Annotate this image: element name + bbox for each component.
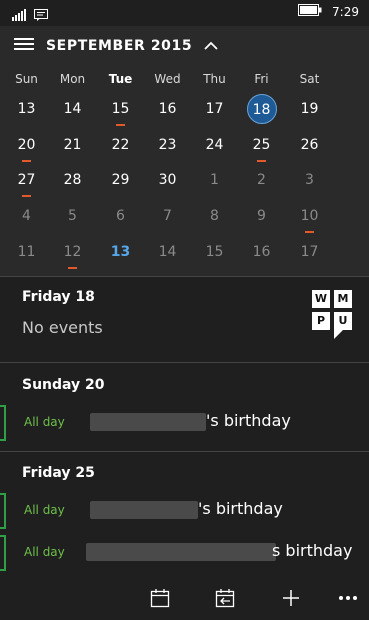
day-cell[interactable]: 3 <box>286 169 333 203</box>
divider <box>0 362 369 363</box>
day-cell[interactable]: 11 <box>3 241 50 275</box>
day-cell[interactable]: 24 <box>191 134 238 168</box>
day-cell[interactable]: 17 <box>191 98 238 132</box>
event-indicator <box>22 160 31 162</box>
event-item[interactable]: All day s birthday <box>0 535 369 571</box>
hamburger-menu-icon[interactable] <box>14 36 34 55</box>
weekday-mon: Mon <box>59 72 86 86</box>
day-cell[interactable]: 5 <box>49 205 96 239</box>
day-cell[interactable]: 14 <box>144 241 191 275</box>
add-icon[interactable] <box>277 584 305 612</box>
event-indicator <box>305 231 314 233</box>
redacted-name <box>86 543 276 561</box>
day-cell[interactable]: 9 <box>238 205 285 239</box>
status-bar: 7:29 <box>0 0 369 26</box>
day-cell[interactable]: 26 <box>286 134 333 168</box>
weekday-sat: Sat <box>299 72 320 86</box>
event-indicator <box>257 160 266 162</box>
logo-letter: P <box>312 312 330 330</box>
signal-icon <box>12 6 26 25</box>
agenda-day-header: Sunday 20 <box>22 377 105 393</box>
event-color-bar <box>0 493 6 529</box>
day-cell[interactable]: 19 <box>286 98 333 132</box>
day-cell[interactable]: 6 <box>97 205 144 239</box>
weekday-thu: Thu <box>203 72 226 86</box>
event-time: All day <box>24 545 65 559</box>
day-cell[interactable]: 25 <box>238 134 285 168</box>
day-cell[interactable]: 27 <box>3 169 50 203</box>
event-indicator <box>68 267 77 269</box>
day-cell[interactable]: 23 <box>144 134 191 168</box>
day-cell[interactable]: 8 <box>191 205 238 239</box>
day-cell[interactable]: 12 <box>49 241 96 275</box>
weekday-wed: Wed <box>154 72 181 86</box>
day-cell[interactable]: 22 <box>97 134 144 168</box>
agenda-day-header: Friday 25 <box>22 465 95 481</box>
day-cell[interactable]: 15 <box>191 241 238 275</box>
day-cell[interactable]: 21 <box>49 134 96 168</box>
day-cell[interactable]: 2 <box>238 169 285 203</box>
day-cell[interactable]: 30 <box>144 169 191 203</box>
day-cell[interactable]: 28 <box>49 169 96 203</box>
day-cell[interactable]: 4 <box>3 205 50 239</box>
divider <box>0 276 369 277</box>
event-title: 's birthday <box>206 411 291 430</box>
day-cell[interactable]: 20 <box>3 134 50 168</box>
day-cell[interactable]: 29 <box>97 169 144 203</box>
wmpu-logo: W M P U <box>312 290 354 342</box>
day-cell[interactable]: 14 <box>49 98 96 132</box>
event-item[interactable]: All day 's birthday <box>0 405 369 441</box>
day-cell[interactable]: 16 <box>144 98 191 132</box>
day-cell[interactable]: 7 <box>144 205 191 239</box>
day-cell-today[interactable]: 13 <box>97 241 144 275</box>
event-time: All day <box>24 415 65 429</box>
weekday-fri: Fri <box>254 72 269 86</box>
day-cell[interactable]: 15 <box>97 98 144 132</box>
event-color-bar <box>0 405 6 441</box>
clock-time: 7:29 <box>332 4 359 19</box>
battery-icon <box>298 4 322 19</box>
message-icon <box>34 6 48 25</box>
redacted-name <box>90 501 198 519</box>
day-cell[interactable]: 16 <box>238 241 285 275</box>
calendar-icon[interactable] <box>146 584 174 612</box>
divider <box>0 451 369 452</box>
event-indicator <box>116 124 125 126</box>
event-indicator <box>22 195 31 197</box>
event-time: All day <box>24 503 65 517</box>
day-cell[interactable]: 13 <box>3 98 50 132</box>
weekday-sun: Sun <box>15 72 38 86</box>
weekday-tue: Tue <box>108 72 133 86</box>
event-item[interactable]: All day 's birthday <box>0 493 369 529</box>
chevron-up-icon[interactable] <box>204 36 218 55</box>
agenda-day-header: Friday 18 <box>22 289 95 305</box>
logo-letter: U <box>334 312 352 330</box>
month-calendar: SEPTEMBER 2015 Sun Mon Tue Wed Thu Fri S… <box>0 26 369 276</box>
today-icon[interactable] <box>211 584 239 612</box>
event-color-bar <box>0 535 6 571</box>
logo-letter: W <box>312 290 330 308</box>
logo-letter: M <box>334 290 352 308</box>
more-icon[interactable] <box>334 584 362 612</box>
day-cell[interactable]: 10 <box>286 205 333 239</box>
redacted-name <box>90 413 206 431</box>
day-cell-selected[interactable]: 18 <box>238 94 285 132</box>
month-title[interactable]: SEPTEMBER 2015 <box>46 38 192 54</box>
no-events-label: No events <box>22 318 103 337</box>
day-cell[interactable]: 1 <box>191 169 238 203</box>
event-title: 's birthday <box>198 499 283 518</box>
day-cell[interactable]: 17 <box>286 241 333 275</box>
app-bar <box>0 574 369 620</box>
event-title: s birthday <box>272 541 353 560</box>
